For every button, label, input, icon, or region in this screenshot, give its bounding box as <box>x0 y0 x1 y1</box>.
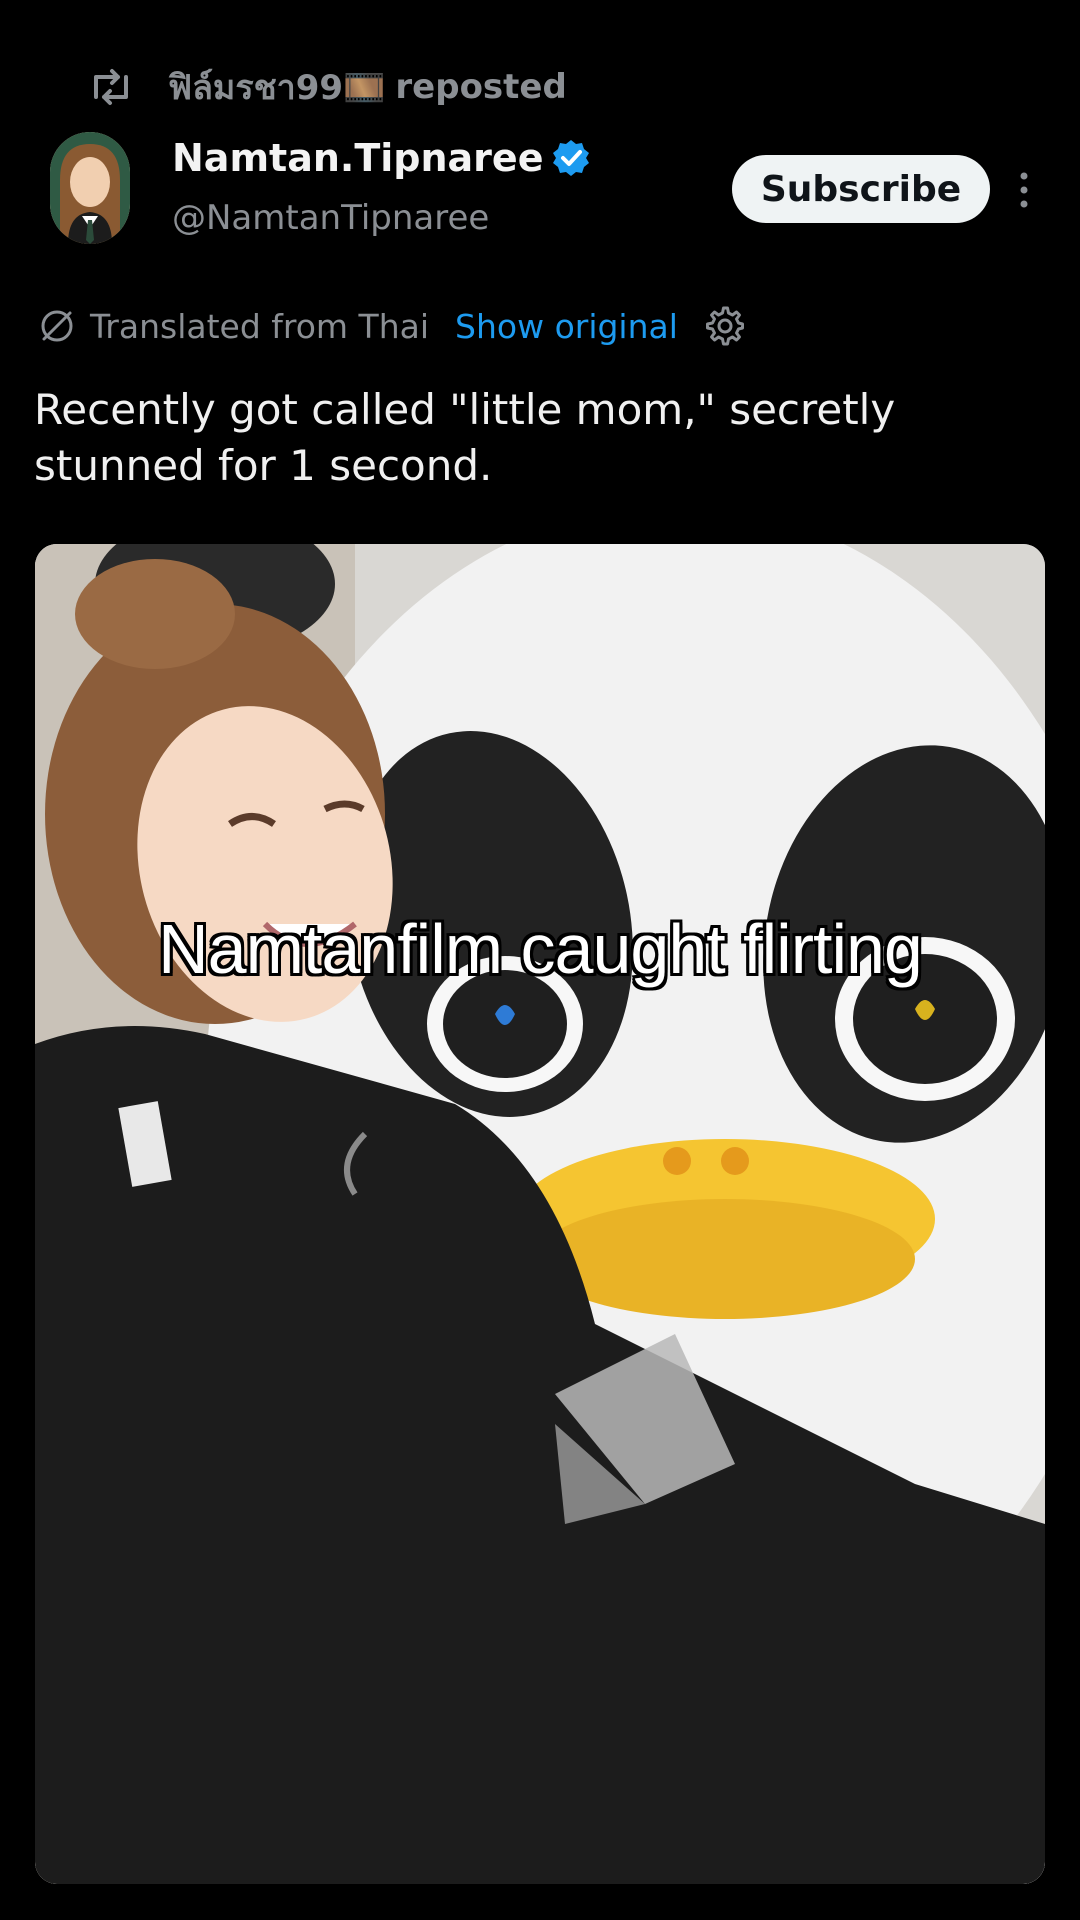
translate-icon <box>41 310 73 342</box>
subscribe-button[interactable]: Subscribe <box>732 155 990 223</box>
post-text: Recently got called "little mom," secret… <box>34 385 896 490</box>
post-media[interactable]: Namtanfilm caught flirting <box>35 544 1045 1884</box>
media-photo <box>35 544 1045 1884</box>
reposted-label: reposted <box>395 67 567 107</box>
user-handle[interactable]: @NamtanTipnaree <box>172 198 489 238</box>
avatar[interactable] <box>50 132 130 244</box>
translation-bar: Translated from Thai Show original <box>38 300 746 352</box>
repost-icon <box>94 69 128 105</box>
display-name[interactable]: Namtan.Tipnaree <box>172 136 591 180</box>
display-name-text[interactable]: Namtan.Tipnaree <box>172 136 543 180</box>
gear-icon[interactable] <box>704 305 746 347</box>
avatar-image <box>50 132 130 244</box>
repost-header[interactable]: ฟิล์มรชา99🎞️ reposted <box>88 62 567 112</box>
video-caption-overlay: Namtanfilm caught flirting <box>158 910 923 988</box>
more-vertical-icon[interactable] <box>1010 168 1038 212</box>
reposter-name[interactable]: ฟิล์มรชา99🎞️ <box>168 60 385 114</box>
verified-badge-icon <box>553 140 590 176</box>
translated-from-label: Translated from Thai <box>90 306 430 346</box>
show-original-link[interactable]: Show original <box>455 307 678 346</box>
